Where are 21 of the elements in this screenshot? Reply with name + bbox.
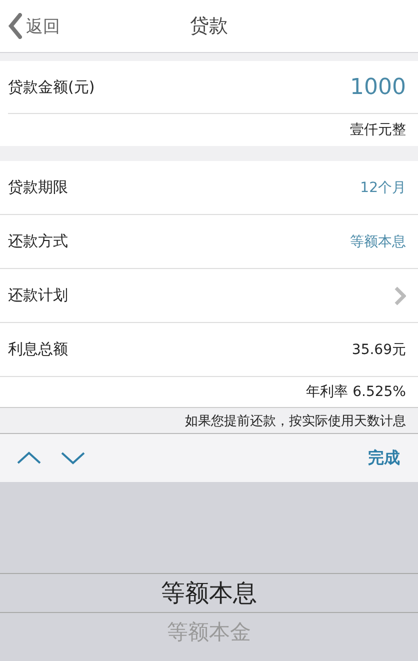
row-value[interactable]: 35.69元 <box>352 340 406 358</box>
prepayment-note: 如果您提前还款，按实际使用天数计息 <box>185 412 406 430</box>
amount-label: 贷款金额(元) <box>8 78 95 96</box>
amount-in-words: 壹仟元整 <box>350 121 406 139</box>
row-label: 还款计划 <box>8 286 68 305</box>
back-button[interactable]: 返回 <box>0 12 66 40</box>
row-label: 还款方式 <box>8 232 68 251</box>
row-label: 贷款期限 <box>8 178 68 197</box>
done-button[interactable]: 完成 <box>368 448 400 468</box>
row-label: 利息总额 <box>8 340 68 359</box>
amount-value[interactable]: 1000 <box>350 74 406 100</box>
picker-option[interactable]: 等额本息 <box>0 573 418 613</box>
chevron-up-icon <box>16 451 42 465</box>
row-value[interactable]: 等额本息 <box>350 232 406 250</box>
chevron-left-icon <box>8 13 22 39</box>
previous-button[interactable] <box>16 451 42 465</box>
page-title: 贷款 <box>190 14 228 39</box>
next-button[interactable] <box>60 451 86 465</box>
chevron-down-icon <box>60 451 86 465</box>
row-value[interactable]: 12个月 <box>360 178 406 196</box>
annual-rate-text: 年利率 6.525% <box>306 383 406 401</box>
